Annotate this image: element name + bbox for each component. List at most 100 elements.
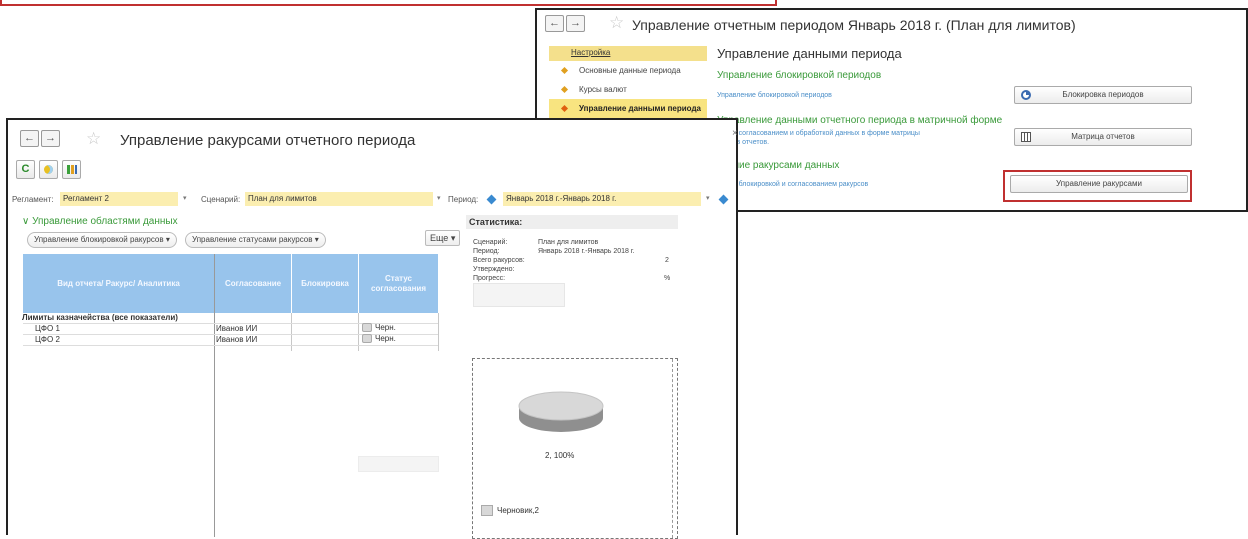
section-heading: Управление данными периода (717, 46, 902, 61)
night-mode-button[interactable] (39, 160, 58, 179)
forward-arrow-icon[interactable]: → (566, 15, 585, 32)
pie-data-label: 2, 100% (545, 451, 575, 460)
views-section-desc: ление блокировкой и согласованием ракурс… (717, 181, 869, 188)
button-label: Блокировка периодов (1062, 90, 1144, 99)
highlight-frame (1003, 170, 1192, 202)
sidebar-item-period-data[interactable]: Основные данные периода (549, 61, 707, 80)
table-row-status[interactable]: Черн. (362, 323, 396, 333)
status-pie-chart: 2, 100% Черновик,2 (472, 358, 678, 539)
refresh-button[interactable]: C (16, 160, 35, 179)
lock-periods-button[interactable]: Блокировка периодов (1014, 86, 1192, 104)
table-row-status[interactable]: Черн. (362, 334, 396, 344)
row-divider (23, 345, 438, 346)
empty-input[interactable] (358, 456, 439, 472)
report-button[interactable] (62, 160, 81, 179)
status-management-dropdown[interactable]: Управление статусами ракурсов ▾ (185, 232, 326, 248)
button-label: Матрица отчетов (1071, 132, 1135, 141)
reglament-field[interactable]: Регламент 2 (60, 192, 178, 206)
period-field[interactable]: Январь 2018 г.-Январь 2018 г. (503, 192, 701, 206)
chevron-down-icon: ▾ (165, 235, 170, 244)
chevron-down-icon: ∨ (22, 216, 33, 227)
back-arrow-icon[interactable]: ← (545, 15, 564, 32)
column-header-report[interactable]: Вид отчета/ Ракурс/ Аналитика (23, 254, 214, 313)
prev-period-icon[interactable] (486, 194, 497, 205)
stat-key: Прогресс: (473, 275, 506, 282)
sidebar-item-label: Курсы валют (579, 85, 627, 94)
back-arrow-icon[interactable]: ← (20, 130, 39, 147)
next-period-icon[interactable] (718, 194, 729, 205)
scenario-field[interactable]: План для лимитов (245, 192, 433, 206)
matrix-section-title: Управление данными отчетного периода в м… (717, 115, 1003, 126)
refresh-icon: C (21, 163, 30, 175)
column-header-status[interactable]: Статус согласования (359, 254, 438, 313)
column-header-approval[interactable]: Согласование (215, 254, 291, 313)
stat-key: Период: (473, 248, 500, 255)
diamond-icon (560, 104, 569, 113)
group-title[interactable]: ∨ Управление областями данных (22, 216, 178, 227)
group-title-label: Управление областями данных (32, 216, 178, 227)
matrix-section-desc: ление согласованием и обработкой данных … (717, 130, 920, 137)
legend-swatch (481, 505, 493, 516)
column-divider (214, 254, 215, 537)
legend-label: Черновик,2 (497, 506, 539, 515)
forward-arrow-icon[interactable]: → (41, 130, 60, 147)
views-management-window: ← → ☆ Управление ракурсами отчетного пер… (6, 118, 738, 539)
favorite-star-icon[interactable]: ☆ (609, 13, 624, 33)
chevron-down-icon[interactable]: ▾ (706, 194, 710, 202)
table-row-name[interactable]: ЦФО 1 (35, 324, 60, 333)
sidebar: Настройка Основные данные периода Курсы … (549, 46, 707, 126)
nav-buttons: ← → (545, 15, 585, 32)
button-label: Еще (430, 233, 449, 243)
moon-icon (44, 165, 53, 174)
lock-section-title: Управление блокировкой периодов (717, 70, 882, 81)
nav-buttons: ← → (20, 130, 60, 147)
stat-value: % (664, 275, 671, 282)
reglament-label: Регламент: (12, 195, 54, 204)
window-title: Управление отчетным периодом Январь 2018… (632, 17, 1076, 33)
stat-key: Утверждено: (473, 266, 515, 273)
button-label: Управление блокировкой ракурсов (34, 235, 164, 244)
stat-value: Январь 2018 г.-Январь 2018 г. (538, 248, 635, 255)
pie-chart-svg (518, 391, 604, 432)
bar-chart-icon (66, 165, 77, 174)
window-title: Управление ракурсами отчетного периода (120, 132, 416, 149)
period-label: Период: (448, 195, 479, 204)
table-row-approver[interactable]: Иванов ИИ (216, 324, 257, 333)
partial-window-frame (0, 0, 777, 6)
sidebar-header[interactable]: Настройка (549, 46, 707, 61)
sidebar-item-label: Основные данные периода (579, 66, 681, 75)
grid-icon (1021, 132, 1031, 142)
pie-slice (518, 391, 604, 421)
stat-key: Всего ракурсов: (473, 257, 525, 264)
chevron-down-icon[interactable]: ▾ (437, 194, 441, 202)
chevron-down-icon: ▾ (450, 233, 456, 243)
more-button[interactable]: Еще ▾ (425, 230, 461, 246)
sidebar-item-label: Управление данными периода (579, 104, 701, 113)
chevron-down-icon: ▾ (314, 235, 319, 244)
table-row-approver[interactable]: Иванов ИИ (216, 335, 257, 344)
close-icon[interactable]: × (732, 128, 738, 139)
column-header-lock[interactable]: Блокировка (292, 254, 358, 313)
chevron-down-icon[interactable]: ▾ (183, 194, 187, 202)
status-label: Черн. (375, 334, 396, 343)
stats-title: Статистика: (466, 215, 678, 229)
progress-area (473, 283, 565, 307)
pie-icon (1021, 90, 1031, 100)
column-divider (438, 313, 439, 351)
status-label: Черн. (375, 323, 396, 332)
lock-section-desc: Управление блокировкой периодов (717, 92, 832, 99)
table-row-name[interactable]: ЦФО 2 (35, 335, 60, 344)
scenario-label: Сценарий: (201, 195, 241, 204)
sidebar-item-data-management[interactable]: Управление данными периода (549, 99, 707, 118)
table-group-row[interactable]: Лимиты казначейства (все показатели) (22, 313, 178, 322)
sidebar-item-currency-rates[interactable]: Курсы валют (549, 80, 707, 99)
favorite-star-icon[interactable]: ☆ (86, 129, 101, 149)
status-icon (362, 334, 372, 344)
stat-key: Сценарий: (473, 239, 508, 246)
stat-value: 2 (665, 257, 669, 264)
lock-management-dropdown[interactable]: Управление блокировкой ракурсов ▾ (27, 232, 177, 248)
diamond-icon (560, 85, 569, 94)
button-label: Управление статусами ракурсов (192, 235, 313, 244)
diamond-icon (560, 66, 569, 75)
report-matrix-button[interactable]: Матрица отчетов (1014, 128, 1192, 146)
